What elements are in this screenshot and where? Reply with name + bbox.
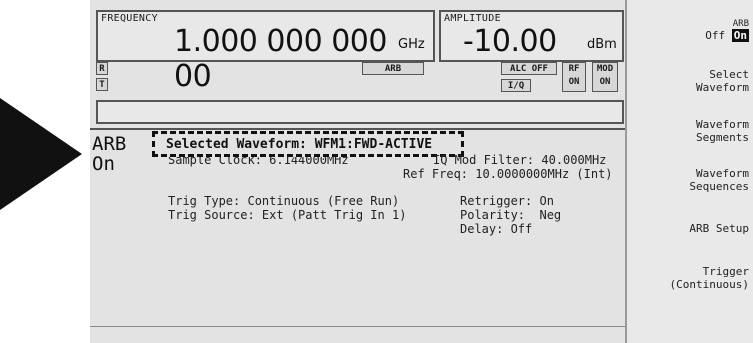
softkey-select-waveform-line2: Waveform xyxy=(696,81,749,94)
arb-state-line1: ARB xyxy=(92,133,127,155)
softkey-waveform-segments[interactable]: Waveform Segments xyxy=(629,118,749,144)
ref-freq-text: Ref Freq: 10.0000000MHz (Int) xyxy=(403,167,613,181)
retrigger-text: Retrigger: On xyxy=(460,194,554,208)
softkey-arb-setup-label: ARB Setup xyxy=(689,222,749,235)
softkey-select-waveform-line1: Select xyxy=(709,68,749,81)
amplitude-value: -10.00 xyxy=(463,24,557,59)
softkey-waveform-sequences-line1: Waveform xyxy=(696,167,749,180)
selected-waveform-highlight: Selected Waveform: WFM1:FWD-ACTIVE xyxy=(152,131,464,157)
remote-indicator: R xyxy=(96,62,108,75)
instrument-screen: FREQUENCY 1.000 000 000 00 GHz AMPLITUDE… xyxy=(90,0,753,343)
softkey-waveform-sequences[interactable]: Waveform Sequences xyxy=(629,167,749,193)
softkey-trigger-line1: Trigger xyxy=(702,265,749,278)
softkey-trigger[interactable]: Trigger (Continuous) xyxy=(629,265,749,291)
softkey-waveform-sequences-line2: Sequences xyxy=(689,180,749,193)
alc-off-annunciator: ALC OFF xyxy=(501,62,557,75)
polarity-text: Polarity: Neg xyxy=(460,208,562,222)
selected-waveform-text: Selected Waveform: WFM1:FWD-ACTIVE xyxy=(166,137,433,152)
iq-mod-filter-text: IQ Mod Filter: 40.000MHz xyxy=(433,153,607,167)
arb-state-line2: On xyxy=(92,153,115,175)
talk-indicator: T xyxy=(96,78,108,91)
trig-source-text: Trig Source: Ext (Patt Trig In 1) xyxy=(168,208,407,222)
softkey-waveform-segments-line2: Segments xyxy=(696,131,749,144)
amplitude-box[interactable]: AMPLITUDE -10.00 dBm xyxy=(439,10,624,62)
message-bar xyxy=(96,100,624,124)
status-annunciator-row: R T ARB ALC OFF I/Q RF ON MOD ON xyxy=(96,62,624,98)
amplitude-unit: dBm xyxy=(587,37,617,52)
amplitude-label: AMPLITUDE xyxy=(444,13,501,24)
rf-on-indicator: RF ON xyxy=(562,62,586,92)
iq-annunciator: I/Q xyxy=(501,79,531,92)
softkey-arb-on-label: On xyxy=(731,29,749,42)
softkey-arb-off-label: Off xyxy=(705,29,726,42)
softkey-trigger-line2: (Continuous) xyxy=(669,278,749,291)
mod-on-indicator: MOD ON xyxy=(592,62,618,92)
bottom-divider xyxy=(90,326,625,327)
softkey-arb-top-label: ARB xyxy=(732,19,749,29)
main-display: FREQUENCY 1.000 000 000 00 GHz AMPLITUDE… xyxy=(90,0,627,343)
frequency-label: FREQUENCY xyxy=(101,13,158,24)
trig-type-text: Trig Type: Continuous (Free Run) xyxy=(168,194,400,208)
softkey-select-waveform[interactable]: Select Waveform xyxy=(629,68,749,94)
softkey-arb-toggle[interactable]: ARB Off On xyxy=(629,20,749,42)
softkey-waveform-segments-line1: Waveform xyxy=(696,118,749,131)
frequency-unit: GHz xyxy=(398,37,425,52)
arb-annunciator: ARB xyxy=(362,62,424,75)
softkey-panel: ARB Off On Select Waveform Waveform Segm… xyxy=(627,0,753,343)
delay-text: Delay: Off xyxy=(460,222,533,236)
frequency-box[interactable]: FREQUENCY 1.000 000 000 00 GHz xyxy=(96,10,435,94)
softkey-arb-setup[interactable]: ARB Setup xyxy=(629,222,749,235)
pointer-arrow-icon xyxy=(0,98,82,210)
